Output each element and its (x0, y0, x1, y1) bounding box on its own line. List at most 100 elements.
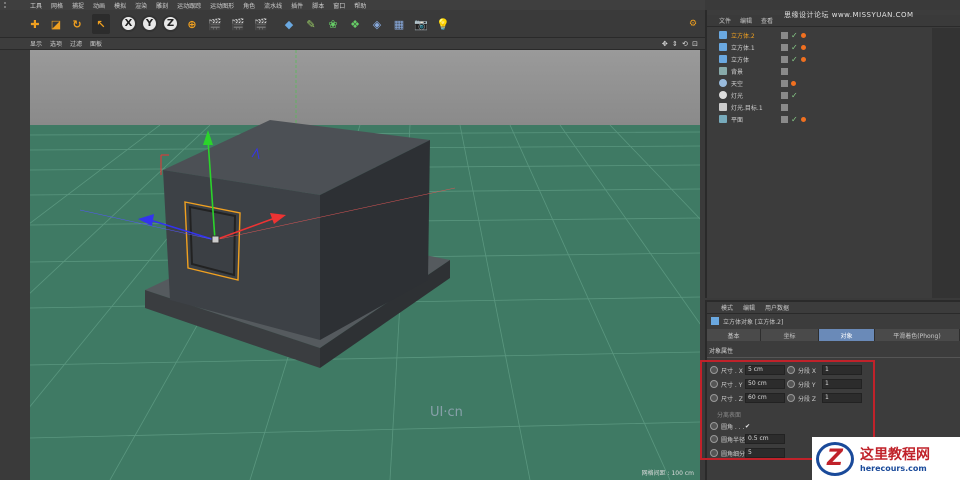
menu-sculpt[interactable]: 雕刻 (156, 1, 168, 10)
object-row[interactable]: 灯光.目标.1 (707, 101, 935, 113)
layout-icon[interactable]: ⚙ (684, 14, 702, 34)
visibility-icon[interactable] (781, 67, 788, 75)
menu-animate[interactable]: 动画 (93, 1, 105, 10)
tag-icon[interactable] (800, 56, 806, 62)
menu-window[interactable]: 窗口 (333, 1, 345, 10)
attribute-menubar: 模式 编辑 用户数据 (707, 302, 960, 314)
menu-simulate[interactable]: 模拟 (114, 1, 126, 10)
live-select-icon[interactable]: ↖ (92, 14, 110, 34)
object-name: 天空 (731, 80, 744, 88)
enabled-check-icon[interactable]: ✓ (791, 115, 798, 124)
cube-icon (719, 31, 727, 39)
vp-menu-filter[interactable]: 过滤 (70, 39, 82, 48)
background-icon (719, 67, 727, 75)
om-menu-view[interactable]: 查看 (761, 16, 773, 25)
menu-render[interactable]: 渲染 (135, 1, 147, 10)
visibility-icon[interactable] (781, 91, 788, 99)
logo-title: 这里教程网 (860, 447, 930, 463)
visibility-icon[interactable] (781, 79, 788, 87)
visibility-icon[interactable] (781, 43, 788, 51)
rotate-tool-icon[interactable]: ↻ (68, 14, 86, 34)
object-row[interactable]: 天空 (707, 77, 935, 89)
tab-phong[interactable]: 平滑着色(Phong) (875, 329, 960, 341)
menu-character[interactable]: 角色 (243, 1, 255, 10)
visibility-icon[interactable] (781, 103, 788, 111)
y-axis-lock-icon[interactable]: Y (141, 15, 158, 32)
cube-primitive-icon[interactable]: ◆ (280, 14, 298, 34)
object-row[interactable]: 立方体.1 ✓ (707, 41, 935, 53)
3d-viewport[interactable]: 网格间距 : 100 cm (30, 50, 700, 480)
vp-menu-options[interactable]: 选项 (50, 39, 62, 48)
menu-tools[interactable]: 工具 (30, 1, 42, 10)
attr-menu-userdata[interactable]: 用户数据 (765, 303, 789, 312)
menu-mograph[interactable]: 运动图形 (210, 1, 234, 10)
visibility-icon[interactable] (781, 31, 788, 39)
menu-mesh[interactable]: 网格 (51, 1, 63, 10)
tab-basic[interactable]: 基本 (707, 329, 761, 341)
object-row[interactable]: 立方体 ✓ (707, 53, 935, 65)
object-name: 平面 (731, 116, 744, 124)
object-name: 立方体.2 (731, 32, 755, 40)
spline-pen-icon[interactable]: ✎ (302, 14, 320, 34)
viewport-nav-icons[interactable]: ✥ ⇕ ⟲ ⊡ (662, 40, 699, 48)
scene-svg (30, 50, 700, 480)
object-row[interactable]: 立方体.2 ✓ (707, 29, 935, 41)
light-icon (719, 91, 727, 99)
object-name: 立方体 (731, 56, 750, 64)
object-row[interactable]: 背景 (707, 65, 935, 77)
visibility-icon[interactable] (781, 55, 788, 63)
enabled-check-icon[interactable]: ✓ (791, 91, 798, 100)
sky-background (30, 50, 700, 125)
site-watermark: 思缘设计论坛 www.MISSYUAN.COM (784, 11, 914, 19)
array-icon[interactable]: ❖ (346, 14, 364, 34)
visibility-icon[interactable] (781, 115, 788, 123)
scale-tool-icon[interactable]: ◪ (47, 14, 65, 34)
object-title-text: 立方体对象 [立方体.2] (723, 318, 784, 326)
enabled-check-icon[interactable]: ✓ (791, 31, 798, 40)
menu-pipeline[interactable]: 流水线 (264, 1, 282, 10)
om-menu-edit[interactable]: 编辑 (740, 16, 752, 25)
object-row[interactable]: 平面 ✓ (707, 113, 935, 125)
render-view-icon[interactable]: 🎬 (206, 14, 224, 34)
menu-plugins[interactable]: 插件 (291, 1, 303, 10)
tag-icon[interactable] (800, 44, 806, 50)
uicn-watermark: UI·cn (430, 405, 463, 420)
menu-motion-tracker[interactable]: 运动跟踪 (177, 1, 201, 10)
x-axis-lock-icon[interactable]: X (120, 15, 137, 32)
logo-url: herecours.com (860, 464, 927, 473)
tab-object[interactable]: 对象 (819, 329, 875, 341)
nurbs-icon[interactable]: ❀ (324, 14, 342, 34)
object-name: 灯光.目标.1 (731, 104, 763, 112)
menu-help[interactable]: 帮助 (354, 1, 366, 10)
tab-coord[interactable]: 坐标 (761, 329, 819, 341)
attribute-object-title: 立方体对象 [立方体.2] (707, 314, 960, 328)
vp-menu-view[interactable]: 显示 (30, 39, 42, 48)
render-settings-icon[interactable]: 🎬 (252, 14, 270, 34)
left-palette (0, 38, 30, 480)
tag-icon[interactable] (800, 116, 806, 122)
floor-icon[interactable]: ▦ (390, 14, 408, 34)
light-icon[interactable]: 💡 (434, 14, 452, 34)
move-tool-icon[interactable]: ✚ (26, 14, 44, 34)
render-picture-viewer-icon[interactable]: 🎬 (229, 14, 247, 34)
menu-snap[interactable]: 捕捉 (72, 1, 84, 10)
object-row[interactable]: 灯光 ✓ (707, 89, 935, 101)
object-manager-side-strip (932, 28, 960, 298)
z-axis-lock-icon[interactable]: Z (162, 15, 179, 32)
main-menubar: 工具 网格 捕捉 动画 模拟 渲染 雕刻 运动跟踪 运动图形 角色 流水线 插件… (0, 0, 705, 10)
tag-icon[interactable] (791, 80, 796, 86)
attr-menu-edit[interactable]: 编辑 (743, 303, 755, 312)
attr-menu-mode[interactable]: 模式 (721, 303, 733, 312)
deformer-icon[interactable]: ◈ (368, 14, 386, 34)
attribute-tabs: 基本 坐标 对象 平滑着色(Phong) (707, 329, 960, 341)
menu-script[interactable]: 脚本 (312, 1, 324, 10)
om-menu-file[interactable]: 文件 (719, 16, 731, 25)
object-name: 背景 (731, 68, 744, 76)
camera-icon[interactable]: 📷 (412, 14, 430, 34)
vp-menu-panel[interactable]: 面板 (90, 39, 102, 48)
enabled-check-icon[interactable]: ✓ (791, 43, 798, 52)
enabled-check-icon[interactable]: ✓ (791, 55, 798, 64)
coordinate-system-icon[interactable]: ⊕ (183, 14, 201, 34)
cube-icon (711, 317, 719, 325)
tag-icon[interactable] (800, 32, 806, 38)
